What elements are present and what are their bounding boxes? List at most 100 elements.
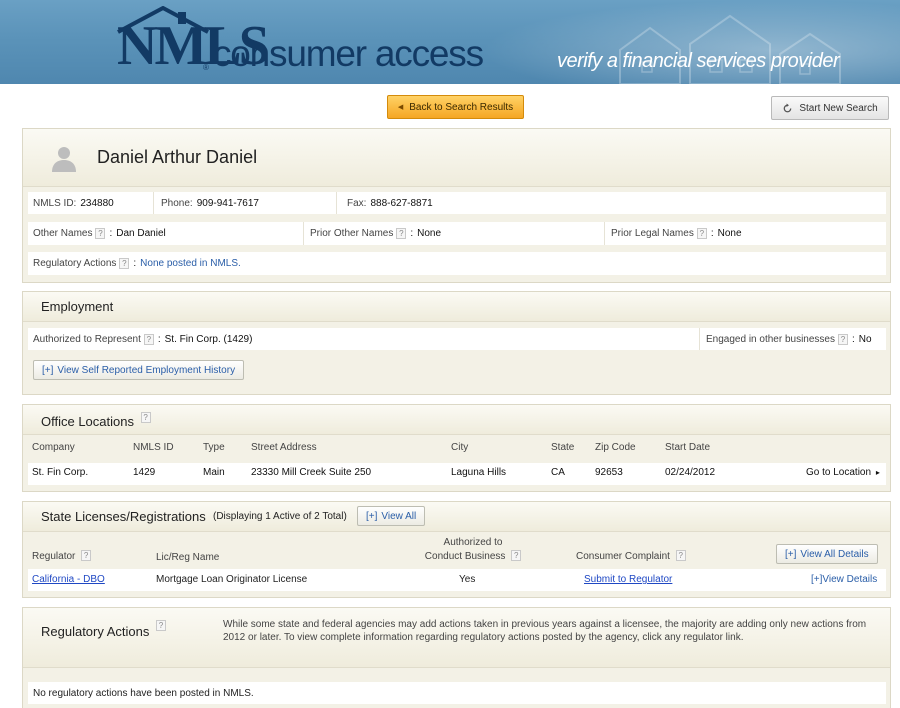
col-authorized-line-2-text: Conduct Business [424, 551, 506, 562]
start-new-search-button[interactable]: Start New Search [771, 96, 889, 120]
col-authorized: Authorized to Conduct Business ? [423, 536, 523, 564]
prior-other-names-label: Prior Other Names [310, 228, 394, 239]
logo-consumer-access: consumer access [213, 33, 484, 74]
plus-expand-icon: [+] [366, 510, 378, 522]
person-name: Daniel Arthur Daniel [97, 147, 258, 167]
plus-expand-icon: [+] [785, 548, 797, 560]
prior-legal-names-label: Prior Legal Names [611, 228, 694, 239]
engaged-value: No [858, 333, 872, 345]
col-type: Type [203, 442, 225, 453]
col-city: City [451, 442, 469, 453]
office-company: St. Fin Corp. [32, 467, 89, 478]
view-all-licenses-button[interactable]: [+] View All [357, 506, 426, 526]
back-to-search-results-button[interactable]: ◀ Back to Search Results [387, 95, 524, 119]
col-company: Company [32, 442, 75, 453]
authorized-cell: Authorized to Represent ? : St. Fin Corp… [28, 328, 700, 350]
engaged-label: Engaged in other businesses [706, 333, 835, 345]
contact-row: NMLS ID: 234880 Phone: 909-941-7617 Fax:… [28, 192, 886, 214]
col-authorized-line-1: Authorized to [443, 537, 503, 548]
regulatory-actions-title: Regulatory Actions ? [41, 620, 167, 639]
help-icon[interactable]: ? [675, 550, 686, 561]
help-icon[interactable]: ? [140, 412, 151, 423]
nmls-id-label: NMLS ID: [33, 197, 77, 209]
regulatory-empty-text: No regulatory actions have been posted i… [33, 687, 254, 699]
employment-panel: Employment Authorized to Represent ? : S… [22, 291, 891, 395]
employment-row: Authorized to Represent ? : St. Fin Corp… [28, 328, 886, 350]
view-all-label: View All [381, 510, 417, 522]
help-icon[interactable]: ? [119, 258, 130, 269]
plus-expand-icon: [+] [811, 574, 823, 585]
help-icon[interactable]: ? [696, 228, 707, 239]
person-silhouette-icon [52, 147, 76, 172]
help-icon[interactable]: ? [511, 550, 522, 561]
help-icon[interactable]: ? [837, 333, 848, 345]
refresh-icon [783, 103, 792, 112]
phone-label: Phone: [161, 197, 193, 209]
plus-expand-icon: [+] [42, 364, 54, 376]
prior-legal-names-cell: Prior Legal Names ? : None [606, 222, 886, 245]
regulator-link[interactable]: California - DBO [32, 574, 105, 585]
fax-label: Fax: [347, 197, 367, 209]
prior-other-names-value: None [417, 228, 442, 239]
license-row: California - DBO Mortgage Loan Originato… [28, 569, 886, 591]
view-details-link[interactable]: [+]View Details [811, 574, 877, 585]
phone-value: 909-941-7617 [196, 197, 259, 209]
colon: : [851, 333, 855, 345]
view-all-details-button[interactable]: [+] View All Details [776, 544, 878, 564]
person-panel: Daniel Arthur Daniel NMLS ID: 234880 Pho… [22, 128, 891, 283]
regulatory-actions-value: None posted in NMLS. [140, 258, 241, 269]
submit-to-regulator-link[interactable]: Submit to Regulator [584, 574, 672, 585]
prior-other-names-cell: Prior Other Names ? : None [305, 222, 605, 245]
fax-value: 888-627-8871 [370, 197, 433, 209]
header-banner: NMLS ® consumer access verify a financia… [0, 0, 900, 84]
licenses-title: State Licenses/Registrations [41, 509, 206, 524]
help-icon[interactable]: ? [95, 228, 106, 239]
col-regulator-label: Regulator [32, 551, 76, 562]
office-locations-title: Office Locations ? [41, 412, 151, 429]
prior-legal-names-value: None [717, 228, 742, 239]
col-zip-code: Zip Code [595, 442, 636, 453]
names-row: Other Names ? : Dan Daniel Prior Other N… [28, 222, 886, 245]
licenses-panel: State Licenses/Registrations (Displaying… [22, 501, 891, 598]
go-to-location-link[interactable]: Go to Location ▸ [806, 467, 880, 478]
col-consumer-complaint: Consumer Complaint ? [576, 550, 686, 562]
employment-title: Employment [41, 299, 114, 314]
office-state: CA [551, 467, 565, 478]
header-tagline: verify a financial services provider [557, 50, 840, 72]
license-authorized: Yes [459, 574, 476, 585]
col-authorized-line-2: Conduct Business ? [423, 550, 523, 564]
view-employment-history-button[interactable]: [+] View Self Reported Employment Histor… [33, 360, 245, 380]
view-details-label: View Details [822, 574, 878, 585]
authorized-label: Authorized to Represent [33, 333, 141, 345]
logo-registered-mark: ® [203, 63, 209, 72]
view-all-details-label: View All Details [800, 548, 869, 560]
colon: : [710, 228, 714, 239]
nmls-id-value: 234880 [80, 197, 114, 209]
colon: : [157, 333, 161, 345]
colon: : [133, 258, 137, 269]
other-names-label: Other Names [33, 228, 93, 239]
col-start-date: Start Date [665, 442, 711, 453]
view-employment-history-label: View Self Reported Employment History [57, 364, 236, 376]
chevron-right-icon: ▸ [875, 468, 880, 477]
start-new-search-label: Start New Search [799, 102, 878, 114]
other-names-cell: Other Names ? : Dan Daniel [28, 222, 304, 245]
col-state: State [551, 442, 575, 453]
regulatory-actions-label: Regulatory Actions [33, 258, 117, 269]
employment-header [23, 292, 890, 322]
col-consumer-complaint-label: Consumer Complaint [576, 551, 670, 562]
go-to-location-label: Go to Location [806, 467, 872, 478]
nmls-id-cell: NMLS ID: 234880 [28, 192, 154, 214]
col-nmls-id: NMLS ID [133, 442, 174, 453]
help-icon[interactable]: ? [81, 550, 92, 561]
col-lic-reg-name: Lic/Reg Name [156, 552, 220, 563]
help-icon[interactable]: ? [396, 228, 407, 239]
help-icon[interactable]: ? [143, 333, 154, 345]
back-button-label: Back to Search Results [409, 101, 514, 113]
regulatory-actions-note: While some state and federal agencies ma… [223, 619, 867, 643]
fax-cell: Fax: 888-627-8871 [338, 192, 886, 214]
colon: : [410, 228, 414, 239]
office-nmls-id: 1429 [133, 467, 156, 478]
other-names-value: Dan Daniel [116, 228, 166, 239]
help-icon[interactable]: ? [156, 620, 167, 631]
